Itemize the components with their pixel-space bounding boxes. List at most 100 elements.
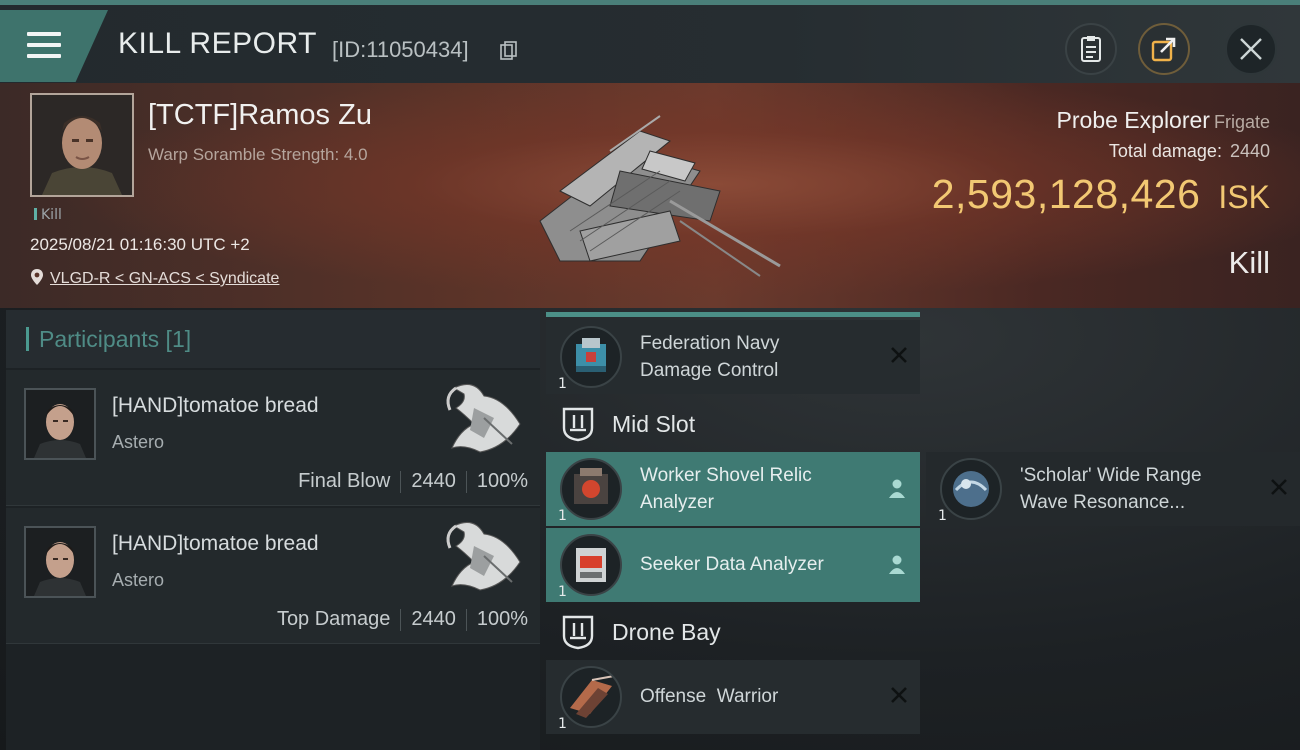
total-damage-value: 2440 — [1229, 141, 1270, 161]
participant-stats: Final Blow 2440 100% — [298, 470, 528, 493]
item-name: Seeker Data Analyzer — [640, 551, 824, 578]
hamburger-menu-icon-bar — [27, 43, 61, 47]
dropped-person-icon — [889, 479, 905, 498]
participant-ship: Astero — [112, 432, 165, 452]
victim-ship-image — [539, 115, 781, 277]
destroyed-x-icon — [891, 687, 907, 703]
item-name-line2: Wave Resonance... — [1020, 492, 1186, 513]
stats-divider — [465, 470, 467, 493]
item-name-line1: Seeker Data Analyzer — [640, 554, 824, 575]
module-icon — [576, 548, 606, 582]
item-name-line2: Analyzer — [640, 492, 714, 513]
item-name: Worker Shovel Relic Analyzer — [640, 462, 812, 516]
item-quantity: 1 — [558, 508, 567, 524]
stats-divider — [400, 608, 402, 631]
victim-name[interactable]: [TCTF]Ramos Zu — [148, 99, 372, 132]
mid-slot-header: Mid Slot — [560, 406, 695, 442]
share-icon — [1151, 37, 1176, 62]
participant-avatar[interactable] — [24, 388, 96, 460]
avatar-image — [26, 390, 94, 458]
drone-icon — [560, 666, 622, 728]
relic-analyzer-icon — [560, 458, 622, 520]
share-button[interactable] — [1138, 23, 1190, 75]
dropped-person-icon — [889, 555, 905, 574]
portrait-image — [32, 95, 132, 195]
participant-damage: 2440 — [411, 470, 456, 492]
isk-unit: ISK — [1218, 179, 1270, 215]
stats-divider — [400, 470, 402, 493]
participants-title: Participants [1] — [39, 325, 192, 352]
participant-name[interactable]: [HAND]tomatoe bread — [112, 532, 319, 556]
close-icon — [1240, 38, 1262, 60]
participant-percent: 100% — [476, 608, 528, 630]
participants-header: Participants [1] — [6, 310, 540, 368]
drone-bay-header: Drone Bay — [560, 614, 721, 650]
clipboard-button[interactable] — [1065, 23, 1117, 75]
kill-location[interactable]: VLGD-R < GN-ACS < Syndicate — [30, 268, 279, 288]
participants-panel: Participants [1] [HAND]tomatoe bread Ast… — [6, 310, 540, 750]
participant-stats: Top Damage 2440 100% — [277, 608, 528, 631]
title-bar: KILL REPORT [ID:11050434] — [0, 0, 1300, 83]
item-quantity: 1 — [558, 376, 567, 392]
astero-ship-icon[interactable] — [434, 516, 530, 596]
participant-role: Top Damage — [276, 608, 391, 630]
participant-percent: 100% — [476, 470, 528, 492]
isk-value: 2,593,128,426 ISK — [932, 171, 1270, 218]
item-quantity: 1 — [938, 508, 947, 524]
item-name-line1: Federation Navy — [640, 333, 780, 354]
kill-datetime: 2025/08/21 01:16:30 UTC +2 — [30, 235, 250, 254]
kill-tag-label: Kill — [41, 207, 62, 223]
destroyed-x-icon — [891, 347, 907, 363]
total-damage: Total damage: 2440 — [1109, 141, 1270, 162]
report-id: [ID:11050434] — [332, 37, 469, 62]
module-icon — [953, 471, 989, 507]
kill-result: Kill — [1228, 245, 1270, 280]
slot-shield-icon — [562, 407, 594, 442]
ship-class: Frigate — [1213, 112, 1270, 132]
slot-shield-icon — [562, 615, 594, 650]
fitted-item[interactable]: 1 Worker Shovel Relic Analyzer — [546, 452, 920, 526]
location-link[interactable]: VLGD-R < GN-ACS < Syndicate — [50, 270, 279, 287]
kill-tag-marker — [34, 208, 37, 220]
data-analyzer-icon — [560, 534, 622, 596]
item-name-line1: 'Scholar' Wide Range — [1020, 465, 1202, 486]
fitted-item[interactable]: 1 Seeker Data Analyzer — [546, 528, 920, 602]
clipboard-icon — [1081, 36, 1101, 62]
wave-resonance-icon — [940, 458, 1002, 520]
participant-card[interactable]: [HAND]tomatoe bread Astero Top Damage 24… — [6, 508, 540, 644]
item-name: 'Scholar' Wide Range Wave Resonance... — [1020, 462, 1202, 516]
drone-bay-title: Drone Bay — [612, 618, 721, 645]
item-name-line2: Damage Control — [640, 360, 779, 381]
destroyed-x-icon — [1271, 479, 1287, 495]
total-damage-label: Total damage: — [1108, 141, 1222, 161]
victim-portrait[interactable] — [30, 93, 134, 197]
participant-name[interactable]: [HAND]tomatoe bread — [112, 394, 319, 418]
participant-card[interactable]: [HAND]tomatoe bread Astero Final Blow 24… — [6, 370, 540, 506]
menu-button[interactable] — [0, 10, 108, 82]
hamburger-menu-icon — [27, 32, 61, 36]
scroll-indicator — [546, 312, 920, 317]
module-icon — [574, 468, 608, 504]
close-button[interactable] — [1225, 23, 1277, 75]
fitted-item[interactable]: 1 Offense Warrior — [546, 660, 920, 734]
astero-ship-icon[interactable] — [434, 378, 530, 458]
participant-damage: 2440 — [411, 608, 456, 630]
copy-icon[interactable] — [500, 41, 518, 61]
stats-divider — [465, 608, 467, 631]
item-name-line1: Offense Warrior — [640, 686, 779, 707]
fitting-panel: 1 Federation Navy Damage Control Mid Slo… — [546, 310, 1300, 750]
participant-avatar[interactable] — [24, 526, 96, 598]
item-quantity: 1 — [558, 716, 567, 732]
kill-tag: Kill — [34, 207, 62, 223]
participants-header-marker — [26, 327, 29, 351]
page-title: KILL REPORT — [118, 27, 317, 60]
mid-slot-title: Mid Slot — [612, 410, 696, 437]
damage-control-icon — [560, 326, 622, 388]
fitted-item[interactable]: 1 'Scholar' Wide Range Wave Resonance... — [926, 452, 1300, 526]
victim-ship[interactable]: Probe Explorer Frigate — [1057, 107, 1270, 134]
avatar-image — [26, 528, 94, 596]
isk-amount: 2,593,128,426 — [931, 171, 1201, 217]
fitted-item[interactable]: 1 Federation Navy Damage Control — [546, 320, 920, 394]
participant-role: Final Blow — [298, 470, 391, 492]
warp-scramble-strength: Warp Soramble Strength: 4.0 — [148, 145, 368, 164]
